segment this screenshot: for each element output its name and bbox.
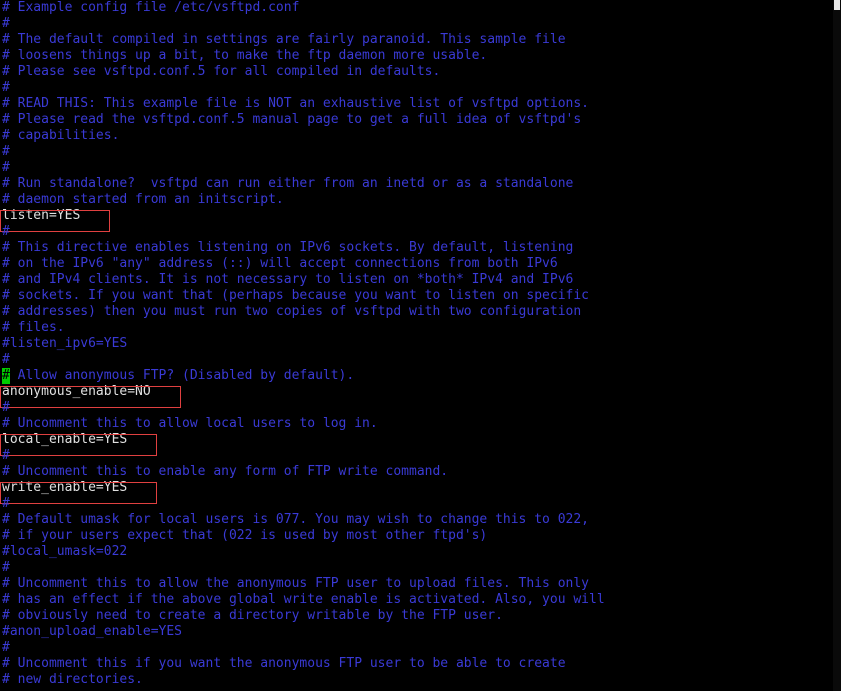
comment-line: # [0,352,833,368]
comment-line: # [0,400,833,416]
line-text: # addresses) then you must run two copie… [2,304,582,319]
line-text: # Run standalone? vsftpd can run either … [2,176,574,191]
comment-line: # Uncomment this if you want the anonymo… [0,656,833,672]
scrollbar-thumb[interactable] [834,0,840,10]
line-text: listen=YES [2,208,81,223]
line-text: # new directories. [2,672,143,687]
comment-line: # loosens things up a bit, to make the f… [0,48,833,64]
comment-line: #anon_upload_enable=YES [0,624,833,640]
comment-line: # files. [0,320,833,336]
line-text: # Uncomment this if you want the anonymo… [2,656,566,671]
comment-line: # has an effect if the above global writ… [0,592,833,608]
line-text: # daemon started from an initscript. [2,192,284,207]
comment-line: # obviously need to create a directory w… [0,608,833,624]
line-text: # [2,496,10,511]
config-setting-line: local_enable=YES [0,432,833,456]
comment-line: # Default umask for local users is 077. … [0,512,833,528]
comment-line: # Uncomment this to allow the anonymous … [0,576,833,592]
line-text: #listen_ipv6=YES [2,336,128,351]
comment-line: # READ THIS: This example file is NOT an… [0,96,833,112]
comment-line: # Example config file /etc/vsftpd.conf [0,0,833,16]
line-text: # The default compiled in settings are f… [2,32,566,47]
comment-line: # [0,560,833,576]
line-text: # sockets. If you want that (perhaps bec… [2,288,589,303]
terminal-window[interactable]: # Example config file /etc/vsftpd.conf # #… [0,0,841,691]
line-text: # on the IPv6 "any" address (::) will ac… [2,256,558,271]
comment-line: # addresses) then you must run two copie… [0,304,833,320]
comment-line: # Allow anonymous FTP? (Disabled by defa… [0,368,833,384]
line-text: # [2,640,10,655]
scrollbar[interactable] [833,0,841,691]
text-cursor: # [2,368,10,384]
comment-line: # [0,448,833,464]
comment-line: #listen_ipv6=YES [0,336,833,352]
line-text: # has an effect if the above global writ… [2,592,605,607]
line-text: # Uncomment this to allow local users to… [2,416,378,431]
comment-line: # Please read the vsftpd.conf.5 manual p… [0,112,833,128]
line-text: # [2,352,10,367]
line-text: # Default umask for local users is 077. … [2,512,589,527]
line-text: # loosens things up a bit, to make the f… [2,48,488,63]
comment-line: # if your users expect that (022 is used… [0,528,833,544]
comment-line: # Please see vsftpd.conf.5 for all compi… [0,64,833,80]
line-text: #anon_upload_enable=YES [2,624,183,639]
comment-line: # capabilities. [0,128,833,144]
config-setting-line: listen=YES [0,208,833,232]
line-text: write_enable=YES [2,480,128,495]
line-text: # if your users expect that (022 is used… [2,528,488,543]
line-text: # capabilities. [2,128,120,143]
comment-line: # This directive enables listening on IP… [0,240,833,256]
comment-line: #local_umask=022 [0,544,833,560]
config-setting-line: anonymous_enable=NO [0,384,833,408]
line-text: anonymous_enable=NO [2,384,151,399]
comment-line: # Uncomment this to enable any form of F… [0,464,833,480]
config-setting-line: write_enable=YES [0,480,833,504]
config-file-text[interactable]: # Example config file /etc/vsftpd.conf # #… [0,0,833,688]
comment-line: # on the IPv6 "any" address (::) will ac… [0,256,833,272]
comment-line: # Uncomment this to allow local users to… [0,416,833,432]
comment-line: # [0,224,833,240]
comment-line: # Run standalone? vsftpd can run either … [0,176,833,192]
line-text: # Please see vsftpd.conf.5 for all compi… [2,64,441,79]
comment-line: # and IPv4 clients. It is not necessary … [0,272,833,288]
comment-line: # new directories. [0,672,833,688]
line-text: # [2,80,10,95]
line-text: # [2,160,10,175]
line-text: # [2,448,10,463]
line-text: # [2,16,10,31]
comment-line: # [0,144,833,160]
comment-line: # The default compiled in settings are f… [0,32,833,48]
comment-line: # [0,80,833,96]
comment-line: # [0,640,833,656]
line-text: # READ THIS: This example file is NOT an… [2,96,589,111]
line-text: # [2,144,10,159]
line-text: # [2,400,10,415]
line-text: # obviously need to create a directory w… [2,608,503,623]
line-text: # Uncomment this to enable any form of F… [2,464,449,479]
line-text: # files. [2,320,65,335]
comment-line: # [0,496,833,512]
line-text: # and IPv4 clients. It is not necessary … [2,272,574,287]
line-text: # Uncomment this to allow the anonymous … [2,576,589,591]
line-text: #local_umask=022 [2,544,128,559]
comment-line: # sockets. If you want that (perhaps bec… [0,288,833,304]
line-text: # This directive enables listening on IP… [2,240,574,255]
line-text: local_enable=YES [2,432,128,447]
line-text: # [2,224,10,239]
comment-line: # [0,160,833,176]
line-text: # Example config file /etc/vsftpd.conf [2,0,300,15]
comment-line: # daemon started from an initscript. [0,192,833,208]
comment-line: # [0,16,833,32]
line-text: Allow anonymous FTP? (Disabled by defaul… [9,368,355,383]
line-text: # [2,560,10,575]
line-text: # Please read the vsftpd.conf.5 manual p… [2,112,582,127]
